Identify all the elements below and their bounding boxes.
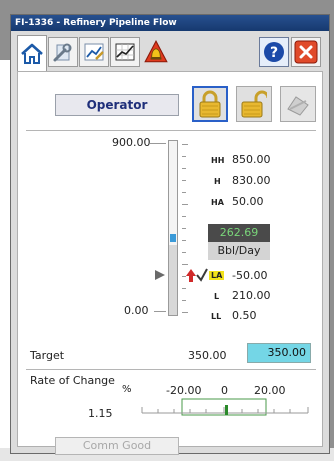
background-window-edge (0, 60, 10, 461)
pv-units: Bbl/Day (208, 242, 270, 260)
wrench-icon (53, 43, 72, 62)
close-icon (294, 40, 318, 64)
home-panel: Operator 900.00 0.00 HH 850.00 H 830.00 … (17, 71, 323, 455)
pv-bargraph-fill (169, 245, 177, 315)
lock-button[interactable] (192, 86, 228, 122)
roc-unit: % (122, 384, 132, 395)
svg-text:?: ? (270, 45, 278, 61)
roc-value: 1.15 (88, 407, 113, 420)
home-icon (21, 43, 43, 64)
tab-parameters[interactable] (79, 37, 109, 67)
alarm-icon (144, 40, 168, 63)
comm-status: Comm Good (55, 437, 179, 455)
roc-scale-max: 20.00 (254, 384, 286, 397)
scale-tick (182, 144, 188, 145)
scale-min-tick (154, 311, 166, 312)
alarm-value-l[interactable]: 210.00 (232, 289, 271, 302)
scale-tick (182, 156, 186, 157)
scale-tick (182, 216, 186, 217)
alarm-value-hh[interactable]: 850.00 (232, 153, 271, 166)
alarm-value-ha[interactable]: 50.00 (232, 195, 264, 208)
divider (26, 130, 316, 131)
alarm-tag-hh: HH (211, 156, 225, 165)
alarm-tag-l: L (214, 292, 220, 301)
alarm-tag-h: H (214, 177, 221, 186)
alarm-value-h[interactable]: 830.00 (232, 174, 271, 187)
help-icon: ? (264, 42, 284, 62)
scale-max-tick (150, 143, 166, 144)
tab-home[interactable] (17, 35, 47, 71)
trend-chart-icon (115, 43, 135, 61)
divider (26, 369, 316, 370)
scale-tick (182, 312, 188, 313)
target-input[interactable]: 350.00 (247, 343, 311, 363)
alarm-tag-la: LA (209, 271, 225, 280)
pv-value-display: 262.69 (208, 224, 270, 242)
scale-tick (182, 204, 188, 205)
help-button[interactable]: ? (259, 37, 289, 67)
roc-scale-mid: 0 (221, 384, 228, 397)
scale-tick (182, 264, 188, 265)
scale-tick (182, 252, 186, 253)
alarm-value-ll[interactable]: 0.50 (232, 309, 257, 322)
roc-label: Rate of Change (30, 374, 115, 387)
target-pointer-icon (155, 270, 165, 280)
scale-tick (182, 180, 186, 181)
tab-trend[interactable] (110, 37, 140, 67)
mode-button[interactable]: Operator (55, 94, 179, 116)
target-label: Target (30, 349, 65, 362)
scale-tick (182, 228, 186, 229)
tab-maintenance[interactable] (48, 37, 78, 67)
scale-tick (182, 240, 186, 241)
reset-icon (287, 96, 309, 116)
pv-bargraph-indicator (170, 234, 176, 242)
close-button[interactable] (291, 37, 321, 67)
alarm-tag-ll: LL (211, 312, 222, 321)
roc-scale-min: -20.00 (166, 384, 202, 397)
scale-tick (182, 192, 186, 193)
tab-alarms[interactable] (141, 37, 171, 67)
window-title: FI-1336 - Refinery Pipeline Flow (11, 15, 329, 31)
lock-open-icon (241, 90, 267, 118)
checkmark-icon (196, 268, 208, 282)
faceplate-toolbar: ? (17, 35, 323, 73)
alarm-value-la[interactable]: -50.00 (232, 269, 267, 282)
scale-max-label: 900.00 (112, 136, 151, 149)
pv-bargraph (168, 140, 178, 316)
lock-closed-icon (199, 90, 221, 118)
scale-tick (182, 288, 186, 289)
reset-button[interactable] (280, 86, 316, 122)
scale-tick (182, 300, 186, 301)
unlock-button[interactable] (236, 86, 272, 122)
trend-edit-icon (84, 43, 104, 61)
scale-min-label: 0.00 (124, 304, 149, 317)
faceplate-window: FI-1336 - Refinery Pipeline Flow ? Opera… (10, 14, 330, 455)
target-readback: 350.00 (188, 349, 227, 362)
roc-bargraph (141, 398, 309, 416)
scale-tick (182, 168, 186, 169)
alarm-tag-ha: HA (211, 198, 224, 207)
